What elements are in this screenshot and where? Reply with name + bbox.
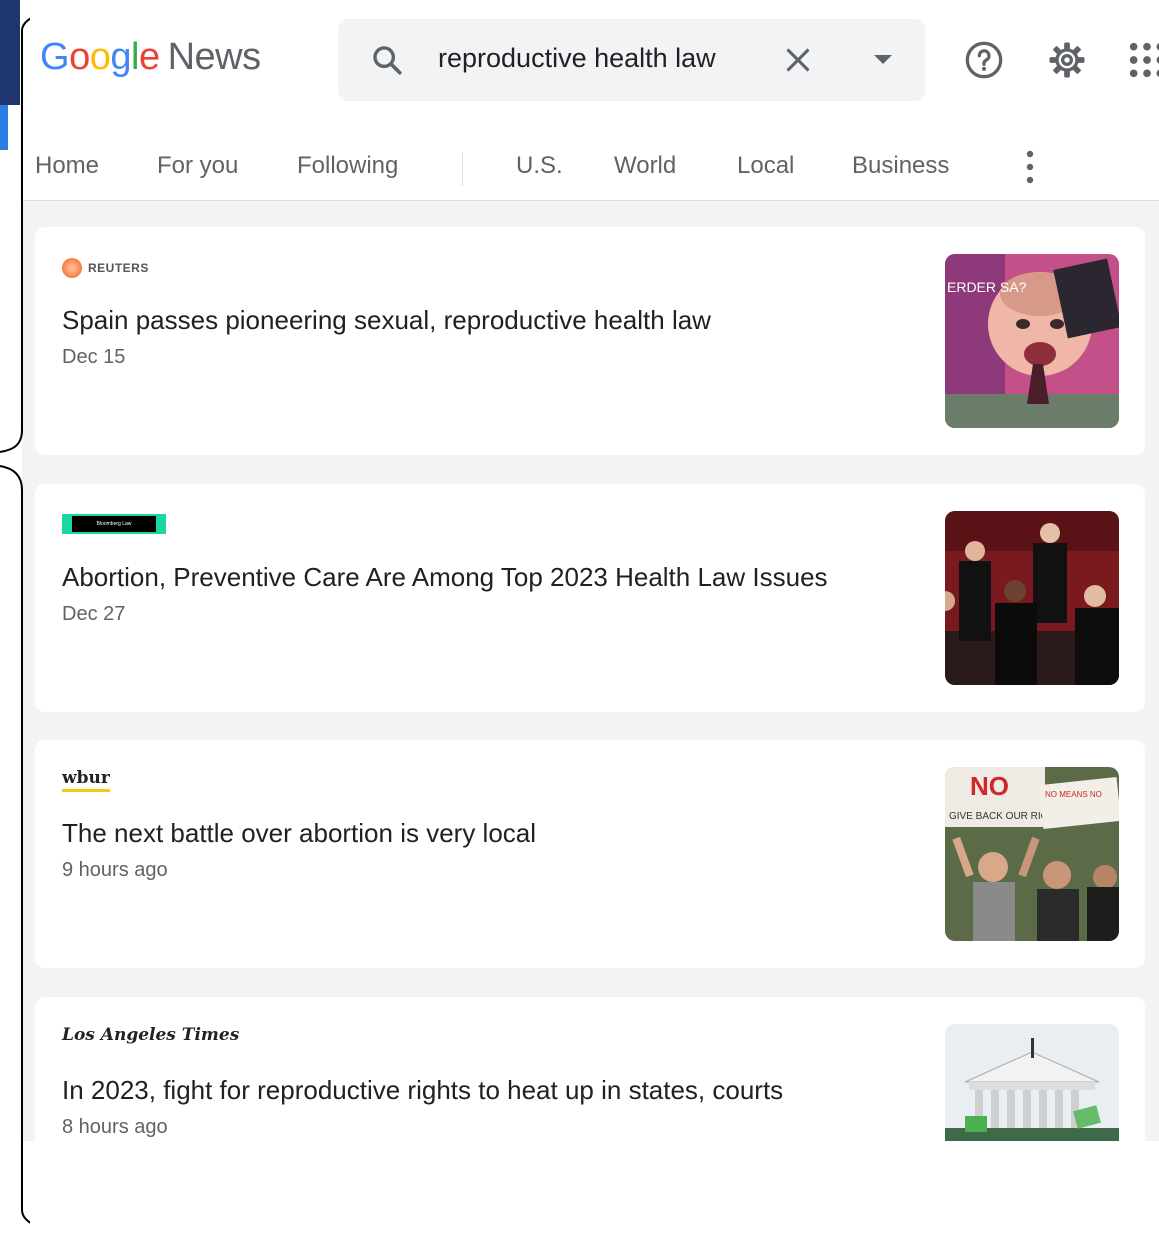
- article-headline[interactable]: The next battle over abortion is very lo…: [62, 818, 536, 849]
- tab-for-you[interactable]: For you: [157, 152, 238, 180]
- search-bar[interactable]: reproductive health law: [338, 19, 925, 101]
- reuters-logo-icon: [62, 258, 82, 278]
- tab-local[interactable]: Local: [737, 152, 794, 180]
- blank-area: [22, 1141, 1159, 1236]
- section-nav: Home For you Following U.S. World Local …: [22, 138, 1159, 198]
- article-thumbnail[interactable]: ERDER SA?: [945, 254, 1119, 428]
- article-time: 8 hours ago: [62, 1116, 168, 1138]
- article-thumbnail[interactable]: [945, 1024, 1119, 1141]
- article-time: Dec 15: [62, 346, 126, 368]
- tab-world[interactable]: World: [614, 152, 676, 180]
- logo-product: News: [167, 36, 262, 78]
- tab-business[interactable]: Business: [852, 152, 949, 180]
- article-headline[interactable]: Spain passes pioneering sexual, reproduc…: [62, 305, 711, 336]
- nav-divider: [462, 152, 463, 186]
- settings-gear-icon[interactable]: [1047, 40, 1087, 80]
- source-logo-la-times: Los Angeles Times: [62, 1025, 240, 1045]
- article-card[interactable]: Los Angeles Times In 2023, fight for rep…: [35, 997, 1145, 1141]
- article-headline[interactable]: Abortion, Preventive Care Are Among Top …: [62, 562, 828, 593]
- google-news-logo[interactable]: Google News: [40, 36, 261, 79]
- help-icon[interactable]: [964, 40, 1004, 80]
- article-card[interactable]: Bloomberg Law Abortion, Preventive Care …: [35, 484, 1145, 712]
- article-headline[interactable]: In 2023, fight for reproductive rights t…: [62, 1075, 783, 1106]
- article-card[interactable]: REUTERS Spain passes pioneering sexual, …: [35, 227, 1145, 455]
- source-logo-bloomberg-law: Bloomberg Law: [62, 512, 166, 538]
- close-icon[interactable]: [784, 46, 812, 74]
- more-vert-icon[interactable]: [1025, 150, 1035, 184]
- tab-home[interactable]: Home: [35, 152, 99, 180]
- tab-us[interactable]: U.S.: [516, 152, 563, 180]
- thumbnail-text: NO MEANS NO: [1045, 790, 1102, 799]
- article-thumbnail[interactable]: NO GIVE BACK OUR RIGHTS NO MEANS NO: [945, 767, 1119, 941]
- app-header: Google News reproductive health law Home…: [22, 0, 1159, 201]
- apps-grid-icon[interactable]: [1127, 40, 1159, 80]
- search-icon[interactable]: [370, 43, 404, 77]
- article-card[interactable]: wbur The next battle over abortion is ve…: [35, 740, 1145, 968]
- news-feed: REUTERS Spain passes pioneering sexual, …: [22, 201, 1159, 1141]
- thumbnail-text: ERDER SA?: [947, 279, 1027, 295]
- article-thumbnail[interactable]: [945, 511, 1119, 685]
- source-logo-reuters: REUTERS: [62, 255, 149, 281]
- chevron-down-icon[interactable]: [874, 55, 892, 64]
- tab-following[interactable]: Following: [297, 152, 398, 180]
- search-input[interactable]: reproductive health law: [438, 43, 716, 74]
- background-window-strip: [0, 105, 8, 150]
- article-time: 9 hours ago: [62, 859, 168, 881]
- source-logo-wbur: wbur: [62, 768, 110, 794]
- thumbnail-text: NO: [970, 771, 1009, 801]
- background-window-edge: [0, 0, 20, 105]
- article-time: Dec 27: [62, 603, 126, 625]
